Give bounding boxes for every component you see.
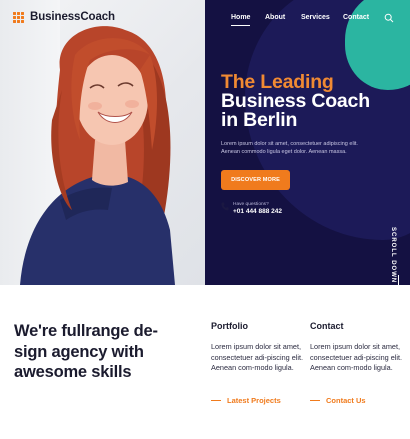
hero-photo <box>0 0 205 285</box>
contact-title: Contact <box>310 321 344 331</box>
coach-portrait-image <box>20 26 175 285</box>
latest-projects-link[interactable]: Latest Projects <box>211 396 281 405</box>
phone-number-link[interactable]: +01 444 888 242 <box>233 208 282 215</box>
brand-logo[interactable]: BusinessCoach <box>13 11 115 23</box>
hero-description: Lorem ipsum dolor sit amet, consectetuer… <box>221 141 358 155</box>
nav-item-contact[interactable]: Contact <box>343 14 369 21</box>
hero-title: The Leading Business Coach in Berlin <box>221 72 406 131</box>
scroll-down-label[interactable]: SCROLL DOWN <box>390 227 396 283</box>
phone-question: Have questions? <box>233 202 269 207</box>
latest-projects-label: Latest Projects <box>227 396 281 405</box>
hero-title-line3: in Berlin <box>221 109 298 131</box>
contact-text: Lorem ipsum dolor sit amet, consectetuer… <box>310 342 403 373</box>
contact-us-label: Contact Us <box>326 396 366 405</box>
portfolio-title: Portfolio <box>211 321 248 331</box>
nav-item-home[interactable]: Home <box>231 14 251 26</box>
portfolio-text: Lorem ipsum dolor sit amet, consectetuer… <box>211 342 304 373</box>
section-curve <box>205 285 410 323</box>
logo-grid-icon <box>13 11 24 23</box>
brand-name: BusinessCoach <box>30 11 115 23</box>
discover-more-button[interactable]: DISCOVER MORE <box>221 170 290 190</box>
contact-us-link[interactable]: Contact Us <box>310 396 366 405</box>
intro-headline: We're fullrange de-sign agency with awes… <box>14 322 158 381</box>
link-dash <box>211 400 221 401</box>
link-dash <box>310 400 320 401</box>
nav-item-services[interactable]: Services <box>301 14 330 21</box>
search-icon[interactable] <box>384 13 394 23</box>
phone-icon <box>221 202 229 211</box>
nav-item-about[interactable]: About <box>265 14 285 21</box>
